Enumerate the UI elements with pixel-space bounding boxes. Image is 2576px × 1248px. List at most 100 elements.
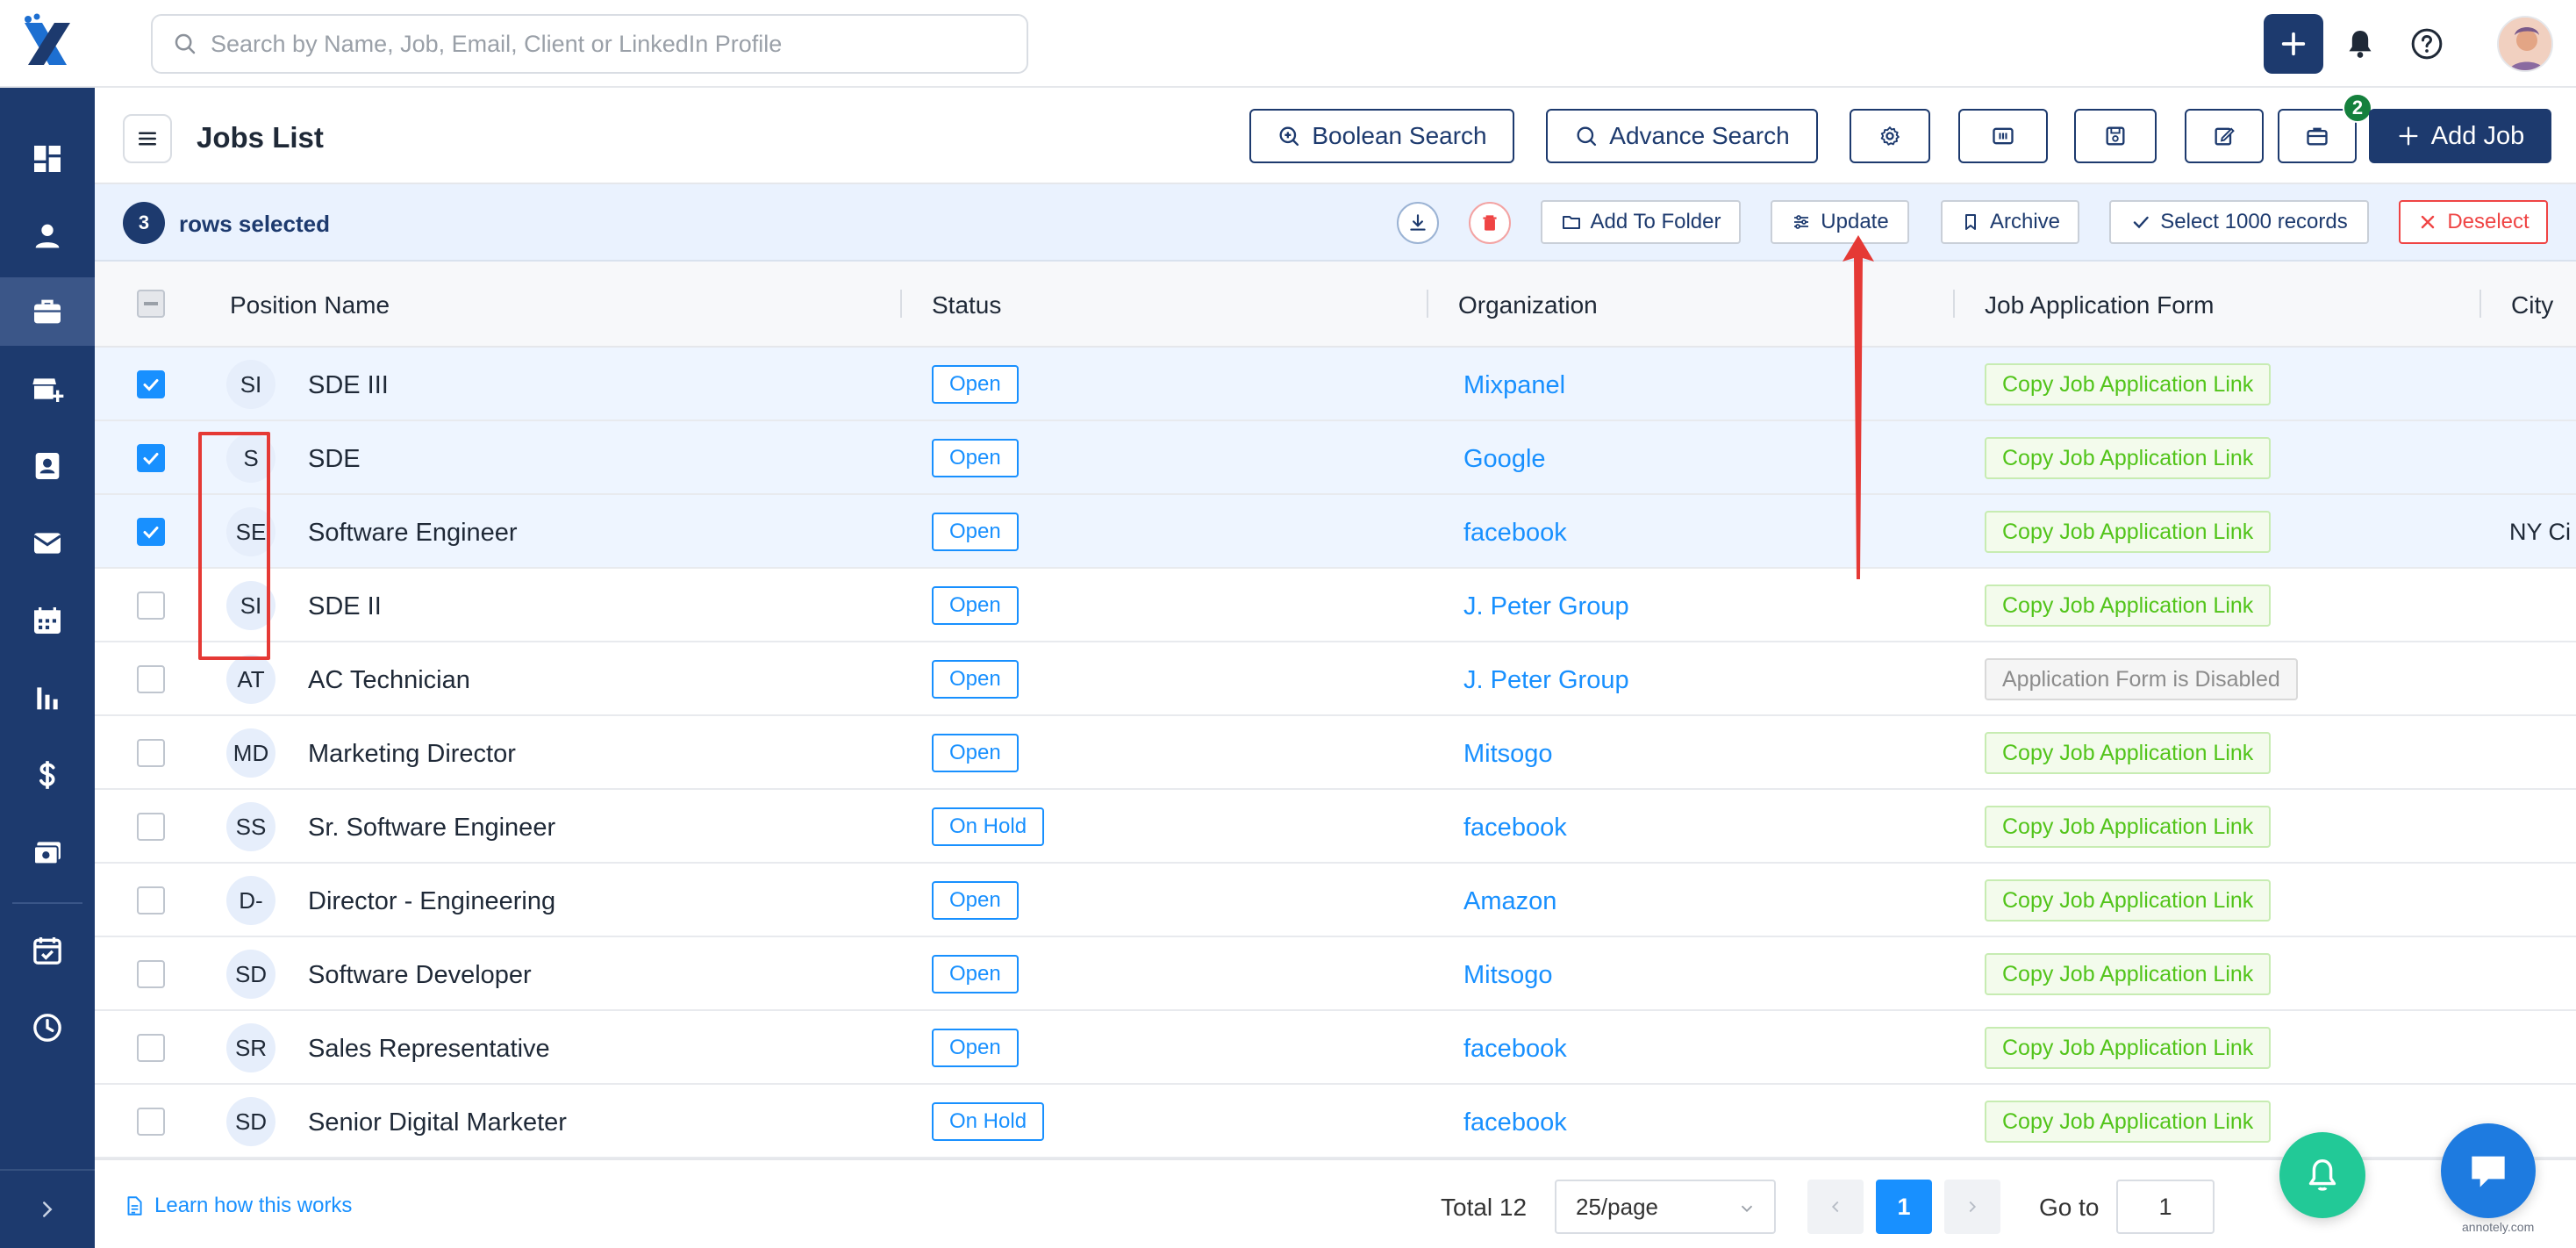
row-checkbox[interactable] xyxy=(137,444,165,472)
page-number-button[interactable]: 1 xyxy=(1876,1180,1932,1234)
copy-application-link-button[interactable]: Copy Job Application Link xyxy=(1985,732,2272,774)
user-avatar[interactable] xyxy=(2497,16,2553,72)
sidebar-item-dashboard[interactable] xyxy=(0,125,95,193)
row-checkbox[interactable] xyxy=(137,518,165,546)
advance-search-button[interactable]: Advance Search xyxy=(1546,109,1818,163)
menu-toggle-button[interactable] xyxy=(123,114,172,163)
copy-application-link-button[interactable]: Copy Job Application Link xyxy=(1985,363,2272,405)
archive-button[interactable]: Archive xyxy=(1941,200,2079,244)
row-checkbox[interactable] xyxy=(137,960,165,988)
row-checkbox[interactable] xyxy=(137,886,165,914)
position-name[interactable]: Software Engineer xyxy=(308,519,518,548)
column-resize-handle[interactable] xyxy=(1427,290,1428,318)
table-row[interactable]: AT AC Technician Open J. Peter Group App… xyxy=(95,642,2576,716)
table-row[interactable]: SD Software Developer Open Mitsogo Copy … xyxy=(95,937,2576,1011)
status-badge[interactable]: Open xyxy=(932,513,1019,551)
organization-link[interactable]: Mitsogo xyxy=(1463,740,1553,769)
row-checkbox[interactable] xyxy=(137,1108,165,1136)
table-row[interactable]: SR Sales Representative Open facebook Co… xyxy=(95,1011,2576,1085)
download-button[interactable] xyxy=(1397,202,1439,244)
status-badge[interactable]: Open xyxy=(932,881,1019,920)
copy-application-link-button[interactable]: Copy Job Application Link xyxy=(1985,585,2272,627)
copy-application-link-button[interactable]: Copy Job Application Link xyxy=(1985,511,2272,553)
column-resize-handle[interactable] xyxy=(900,290,902,318)
position-name[interactable]: SDE xyxy=(308,445,361,474)
organization-link[interactable]: Mitsogo xyxy=(1463,961,1553,990)
copy-application-link-button[interactable]: Copy Job Application Link xyxy=(1985,806,2272,848)
copy-application-link-button[interactable]: Copy Job Application Link xyxy=(1985,437,2272,479)
sidebar-item-payments[interactable] xyxy=(0,818,95,886)
row-checkbox[interactable] xyxy=(137,665,165,693)
copy-application-link-button[interactable]: Copy Job Application Link xyxy=(1985,1101,2272,1143)
next-page-button[interactable] xyxy=(1944,1180,2000,1234)
position-name[interactable]: Software Developer xyxy=(308,961,532,990)
column-header-organization[interactable]: Organization xyxy=(1458,291,1598,319)
sidebar-item-billing[interactable] xyxy=(0,741,95,809)
delete-button[interactable] xyxy=(1469,202,1511,244)
column-header-application-form[interactable]: Job Application Form xyxy=(1985,291,2214,319)
sidebar-item-tasks[interactable] xyxy=(0,916,95,985)
table-row[interactable]: SE Software Engineer Open facebook Copy … xyxy=(95,495,2576,569)
row-checkbox[interactable] xyxy=(137,813,165,841)
column-resize-handle[interactable] xyxy=(1953,290,1955,318)
columns-view-button[interactable] xyxy=(1958,109,2048,163)
sidebar-item-candidates[interactable] xyxy=(0,202,95,270)
chat-support-button[interactable] xyxy=(2441,1123,2536,1218)
edit-button[interactable] xyxy=(2185,109,2264,163)
position-name[interactable]: Senior Digital Marketer xyxy=(308,1108,567,1137)
sidebar-item-contacts[interactable] xyxy=(0,432,95,500)
organization-link[interactable]: facebook xyxy=(1463,1035,1567,1064)
column-header-status[interactable]: Status xyxy=(932,291,1001,319)
table-row[interactable]: SI SDE III Open Mixpanel Copy Job Applic… xyxy=(95,348,2576,421)
position-name[interactable]: AC Technician xyxy=(308,666,470,695)
select-all-records-button[interactable]: Select 1000 records xyxy=(2109,200,2369,244)
table-row[interactable]: MD Marketing Director Open Mitsogo Copy … xyxy=(95,716,2576,790)
organization-link[interactable]: facebook xyxy=(1463,814,1567,843)
goto-page-input[interactable]: 1 xyxy=(2116,1180,2215,1234)
copy-application-link-button[interactable]: Copy Job Application Link xyxy=(1985,1027,2272,1069)
position-name[interactable]: Sr. Software Engineer xyxy=(308,814,555,843)
learn-how-link[interactable]: Learn how this works xyxy=(123,1194,352,1218)
column-header-position[interactable]: Position Name xyxy=(230,291,390,319)
add-job-button[interactable]: Add Job xyxy=(2369,109,2551,163)
deselect-button[interactable]: Deselect xyxy=(2399,200,2548,244)
row-checkbox[interactable] xyxy=(137,739,165,767)
sidebar-item-clients[interactable] xyxy=(0,355,95,423)
prev-page-button[interactable] xyxy=(1807,1180,1864,1234)
copy-application-link-button[interactable]: Copy Job Application Link xyxy=(1985,879,2272,922)
add-to-folder-button[interactable]: Add To Folder xyxy=(1541,200,1741,244)
sidebar-item-reports[interactable] xyxy=(0,663,95,732)
column-resize-handle[interactable] xyxy=(2479,290,2481,318)
status-badge[interactable]: Open xyxy=(932,439,1019,477)
help-icon[interactable] xyxy=(2409,26,2444,61)
copy-application-link-button[interactable]: Copy Job Application Link xyxy=(1985,953,2272,995)
status-badge[interactable]: On Hold xyxy=(932,807,1045,846)
status-badge[interactable]: Open xyxy=(932,955,1019,993)
position-name[interactable]: SDE III xyxy=(308,371,389,400)
status-badge[interactable]: Open xyxy=(932,734,1019,772)
global-search[interactable] xyxy=(151,14,1028,74)
position-name[interactable]: Director - Engineering xyxy=(308,887,555,916)
organization-link[interactable]: J. Peter Group xyxy=(1463,592,1629,621)
row-checkbox[interactable] xyxy=(137,1034,165,1062)
page-size-select[interactable]: 25/page xyxy=(1555,1180,1776,1234)
status-badge[interactable]: Open xyxy=(932,365,1019,404)
organization-link[interactable]: facebook xyxy=(1463,1108,1567,1137)
table-row[interactable]: SS Sr. Software Engineer On Hold faceboo… xyxy=(95,790,2576,864)
sidebar-item-mail[interactable] xyxy=(0,509,95,577)
position-name[interactable]: SDE II xyxy=(308,592,382,621)
sidebar-expand-button[interactable] xyxy=(0,1169,95,1248)
boolean-search-button[interactable]: Boolean Search xyxy=(1249,109,1514,163)
floating-notification-button[interactable] xyxy=(2279,1132,2365,1218)
sidebar-item-history[interactable] xyxy=(0,993,95,1062)
organization-link[interactable]: facebook xyxy=(1463,519,1567,548)
settings-button[interactable] xyxy=(1850,109,1930,163)
table-row[interactable]: SD Senior Digital Marketer On Hold faceb… xyxy=(95,1085,2576,1158)
notification-bell-icon[interactable] xyxy=(2343,26,2378,61)
row-checkbox[interactable] xyxy=(137,370,165,398)
sidebar-item-calendar[interactable] xyxy=(0,586,95,655)
quick-add-button[interactable] xyxy=(2264,14,2323,74)
organization-link[interactable]: J. Peter Group xyxy=(1463,666,1629,695)
status-badge[interactable]: Open xyxy=(932,1029,1019,1067)
select-all-checkbox[interactable] xyxy=(137,290,165,318)
